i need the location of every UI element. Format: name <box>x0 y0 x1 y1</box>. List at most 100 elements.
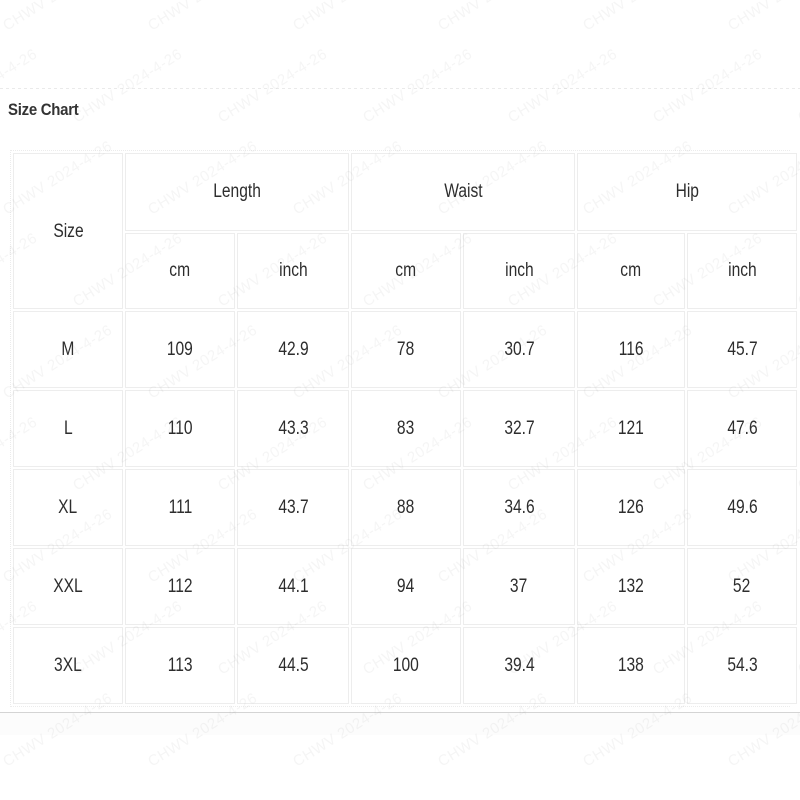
row-4-length-inch: 44.5 <box>237 627 349 704</box>
row-3-size-value: XXL <box>53 575 83 597</box>
size-chart-table: Size Length Waist Hip cm inch cm inch cm… <box>11 151 800 706</box>
row-4-length-cm-value: 113 <box>167 654 193 676</box>
row-0-waist-cm-value: 78 <box>397 338 415 360</box>
row-1-size-value: L <box>63 417 73 439</box>
row-1-hip-cm: 121 <box>577 390 686 467</box>
header-unit-waist-inch-label: inch <box>504 260 534 281</box>
row-3-hip-inch-value: 52 <box>733 575 751 597</box>
row-4-length-cm: 113 <box>125 627 235 704</box>
row-0-length-inch: 42.9 <box>237 311 349 388</box>
row-3-waist-inch: 37 <box>463 548 576 625</box>
header-unit-length-inch-label: inch <box>278 260 308 281</box>
row-4-hip-inch-value: 54.3 <box>726 654 758 676</box>
row-0-hip-inch-value: 45.7 <box>726 338 758 360</box>
row-2-waist-inch-value: 34.6 <box>503 496 535 518</box>
size-chart-page: Size Chart Size Length Waist Hip cm inch… <box>0 0 800 800</box>
header-unit-hip-inch-label: inch <box>727 260 757 281</box>
row-1-waist-cm-value: 83 <box>397 417 415 439</box>
page-title: Size Chart <box>8 100 79 119</box>
header-unit-length-cm-label: cm <box>169 260 191 281</box>
header-unit-waist-cm-label: cm <box>395 260 417 281</box>
row-4-hip-inch: 54.3 <box>687 627 798 704</box>
row-3-length-inch-value: 44.1 <box>277 575 309 597</box>
row-2-hip-inch-value: 49.6 <box>726 496 758 518</box>
row-1-size: L <box>13 390 123 467</box>
header-group-waist-label: Waist <box>443 181 483 202</box>
row-2-hip-cm: 126 <box>577 469 686 546</box>
table-row: 3XL 113 44.5 100 39.4 138 54.3 <box>13 627 798 704</box>
header-group-length: Length <box>125 153 349 231</box>
header-group-waist: Waist <box>351 153 576 231</box>
row-2-length-inch-value: 43.7 <box>277 496 309 518</box>
row-3-waist-cm: 94 <box>351 548 461 625</box>
row-4-length-inch-value: 44.5 <box>277 654 309 676</box>
header-unit-waist-cm: cm <box>351 233 461 309</box>
row-1-length-inch: 43.3 <box>237 390 349 467</box>
table-row: M 109 42.9 78 30.7 116 45.7 <box>13 311 798 388</box>
row-4-size-value: 3XL <box>54 654 82 676</box>
row-4-waist-cm-value: 100 <box>392 654 419 676</box>
row-2-length-cm-value: 111 <box>168 496 192 518</box>
row-2-hip-inch: 49.6 <box>687 469 798 546</box>
table-row: XL 111 43.7 88 34.6 126 49.6 <box>13 469 798 546</box>
row-0-size-value: M <box>61 338 75 360</box>
bottom-band <box>0 713 800 735</box>
row-4-hip-cm: 138 <box>577 627 686 704</box>
row-0-size: M <box>13 311 123 388</box>
row-3-waist-cm-value: 94 <box>397 575 415 597</box>
row-3-hip-cm: 132 <box>577 548 686 625</box>
row-2-size: XL <box>13 469 123 546</box>
row-3-length-cm: 112 <box>125 548 235 625</box>
row-3-hip-inch: 52 <box>687 548 798 625</box>
row-2-waist-cm-value: 88 <box>397 496 415 518</box>
row-1-length-cm-value: 110 <box>167 417 193 439</box>
row-4-waist-cm: 100 <box>351 627 461 704</box>
table-header-group-row: Size Length Waist Hip <box>13 153 798 309</box>
row-0-hip-cm-value: 116 <box>618 338 644 360</box>
header-group-hip-label: Hip <box>675 181 699 202</box>
row-1-hip-cm-value: 121 <box>618 417 645 439</box>
header-unit-hip-cm: cm <box>577 233 686 309</box>
row-4-hip-cm-value: 138 <box>618 654 645 676</box>
row-1-waist-inch: 32.7 <box>463 390 576 467</box>
row-0-length-inch-value: 42.9 <box>277 338 309 360</box>
header-size-label: Size <box>52 221 84 242</box>
row-2-hip-cm-value: 126 <box>618 496 645 518</box>
row-3-hip-cm-value: 132 <box>618 575 645 597</box>
row-1-hip-inch: 47.6 <box>687 390 798 467</box>
row-3-size: XXL <box>13 548 123 625</box>
row-2-waist-cm: 88 <box>351 469 461 546</box>
row-4-waist-inch-value: 39.4 <box>503 654 535 676</box>
row-1-length-inch-value: 43.3 <box>277 417 309 439</box>
header-unit-length-inch: inch <box>237 233 349 309</box>
header-unit-waist-inch: inch <box>463 233 576 309</box>
header-unit-length-cm: cm <box>125 233 235 309</box>
header-size: Size <box>13 153 123 309</box>
row-2-size-value: XL <box>58 496 78 518</box>
row-2-length-inch: 43.7 <box>237 469 349 546</box>
header-unit-hip-inch: inch <box>687 233 798 309</box>
table-row: XXL 112 44.1 94 37 132 52 <box>13 548 798 625</box>
row-1-hip-inch-value: 47.6 <box>726 417 758 439</box>
row-0-waist-inch-value: 30.7 <box>503 338 535 360</box>
table-row: L 110 43.3 83 32.7 121 47.6 <box>13 390 798 467</box>
size-chart-table-container: Size Length Waist Hip cm inch cm inch cm… <box>10 150 800 707</box>
table-header-unit-row: cm inch cm inch cm inch <box>13 233 798 309</box>
row-1-waist-cm: 83 <box>351 390 461 467</box>
row-2-waist-inch: 34.6 <box>463 469 576 546</box>
row-4-waist-inch: 39.4 <box>463 627 576 704</box>
row-0-waist-cm: 78 <box>351 311 461 388</box>
row-3-length-cm-value: 112 <box>167 575 193 597</box>
row-3-waist-inch-value: 37 <box>510 575 528 597</box>
row-0-hip-inch: 45.7 <box>687 311 798 388</box>
row-1-waist-inch-value: 32.7 <box>503 417 535 439</box>
row-0-hip-cm: 116 <box>577 311 686 388</box>
row-2-length-cm: 111 <box>125 469 235 546</box>
row-3-length-inch: 44.1 <box>237 548 349 625</box>
row-4-size: 3XL <box>13 627 123 704</box>
header-unit-hip-cm-label: cm <box>620 260 642 281</box>
header-group-length-label: Length <box>213 181 261 202</box>
header-group-hip: Hip <box>577 153 798 231</box>
row-1-length-cm: 110 <box>125 390 235 467</box>
row-0-waist-inch: 30.7 <box>463 311 576 388</box>
